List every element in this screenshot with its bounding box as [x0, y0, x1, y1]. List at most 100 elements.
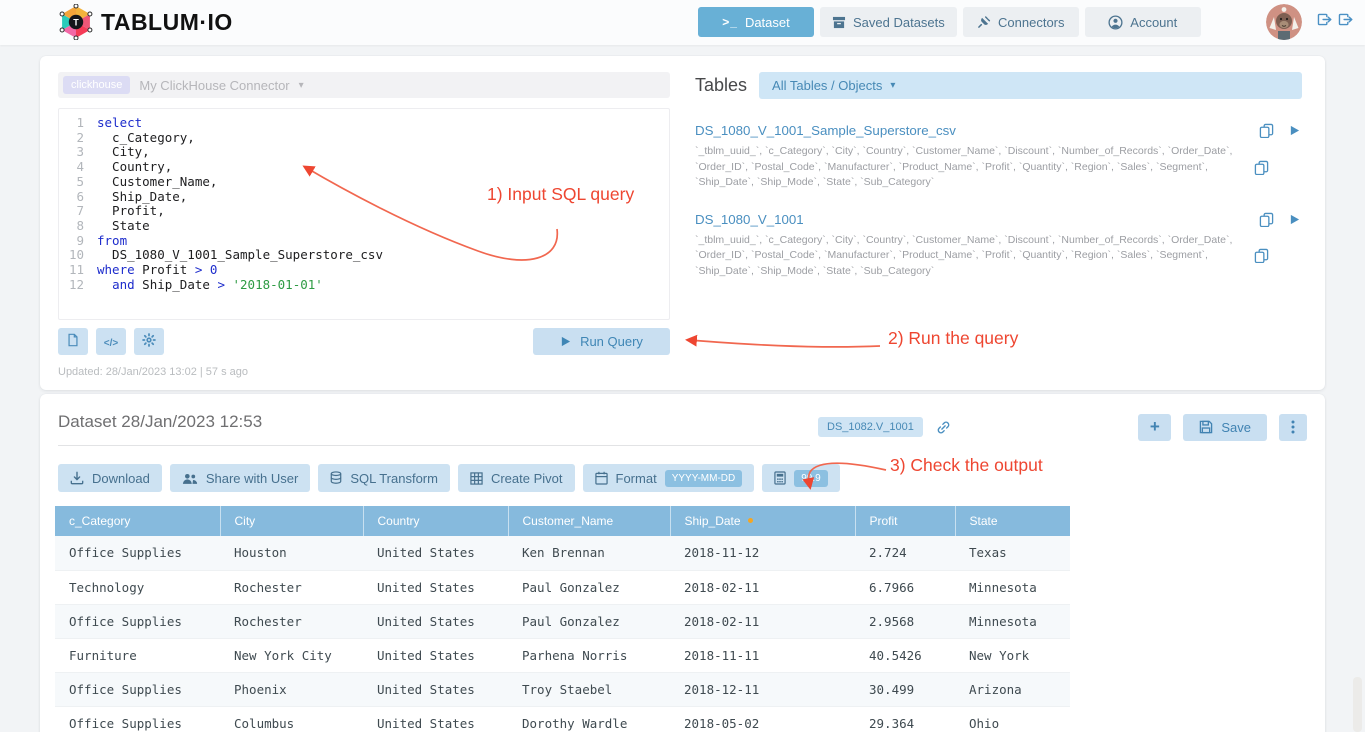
table-cell: 2018-02-11 [670, 570, 855, 604]
table-name-link[interactable]: DS_1080_V_1001_Sample_Superstore_csv [695, 123, 956, 138]
table-columns: `_tblm_uuid_`, `c_Category`, `City`, `Co… [695, 233, 1240, 280]
sql-editor[interactable]: 1select2 c_Category,3 City,4 Country,5 C… [58, 108, 670, 320]
code-button[interactable]: </> [96, 328, 126, 355]
table-cell: Troy Staebel [508, 672, 670, 706]
editor-line-8: 8 State [59, 219, 669, 234]
line-number: 10 [59, 248, 97, 263]
table-row[interactable]: TechnologyRochesterUnited StatesPaul Gon… [55, 570, 1070, 604]
logo[interactable]: T TABLUM·IO [58, 4, 233, 40]
dataset-actions: + Save [1138, 414, 1307, 441]
editor-line-1: 1select [59, 116, 669, 131]
table-name-link[interactable]: DS_1080_V_1001 [695, 212, 804, 227]
sql-transform-button[interactable]: SQL Transform [318, 464, 450, 492]
line-number: 2 [59, 131, 97, 146]
table-cell: United States [363, 638, 508, 672]
chevron-down-icon: ▾ [299, 80, 304, 91]
table-row[interactable]: Office SuppliesRochesterUnited StatesPau… [55, 604, 1070, 638]
column-header-customer-name[interactable]: Customer_Name [508, 506, 670, 536]
column-header-country[interactable]: Country [363, 506, 508, 536]
person-icon [1108, 15, 1123, 30]
format-button-value: YYYY-MM-DD [665, 470, 743, 487]
scrollbar-thumb[interactable] [1353, 677, 1362, 732]
column-header-ship-date[interactable]: Ship_Date [670, 506, 855, 536]
download-icon [70, 471, 84, 485]
new-document-button[interactable] [58, 328, 88, 355]
annotation-3: 3) Check the output [890, 455, 1043, 476]
database-icon [330, 471, 342, 485]
archive-icon [832, 16, 846, 29]
table-cell: Office Supplies [55, 604, 220, 638]
nav-item-connectors[interactable]: Connectors [963, 7, 1079, 37]
play-icon[interactable] [1289, 125, 1300, 136]
format-button[interactable]: FormatYYYY-MM-DD [583, 464, 755, 492]
connector-select[interactable]: clickhouse My ClickHouse Connector ▾ [58, 72, 670, 98]
code-icon: </> [104, 334, 118, 349]
chevron-down-icon: ▾ [890, 80, 895, 91]
editor-toolbar: </> Run Query [58, 328, 670, 355]
copy-icon[interactable] [1254, 248, 1269, 263]
table-cell: 2018-05-02 [670, 706, 855, 732]
logo-text: TABLUM·IO [101, 9, 233, 36]
add-button[interactable]: + [1138, 414, 1171, 441]
svg-text:T: T [73, 18, 79, 28]
tables-filter-select[interactable]: All Tables / Objects ▾ [759, 72, 1302, 99]
table-cell: Office Supplies [55, 706, 220, 732]
line-number: 6 [59, 190, 97, 205]
logout-icon[interactable] [1338, 13, 1353, 26]
line-number: 3 [59, 145, 97, 160]
table-row[interactable]: Office SuppliesHoustonUnited StatesKen B… [55, 536, 1070, 570]
table-cell: 40.5426 [855, 638, 955, 672]
nav-right [1266, 4, 1353, 40]
sort-indicator [748, 518, 753, 523]
table-cell: New York [955, 638, 1070, 672]
column-header-profit[interactable]: Profit [855, 506, 955, 536]
logout-icon[interactable] [1317, 13, 1332, 26]
plug-icon [977, 15, 991, 29]
editor-line-3: 3 City, [59, 145, 669, 160]
column-header-state[interactable]: State [955, 506, 1070, 536]
gear-button[interactable] [134, 328, 164, 355]
avatar[interactable] [1266, 4, 1302, 40]
play-icon[interactable] [1289, 214, 1300, 225]
table-cell: 30.499 [855, 672, 955, 706]
table-row[interactable]: Office SuppliesPhoenixUnited StatesTroy … [55, 672, 1070, 706]
table-cell: Ken Brennan [508, 536, 670, 570]
table-cell: United States [363, 570, 508, 604]
table-cell: 2.9568 [855, 604, 955, 638]
table-cell: Dorothy Wardle [508, 706, 670, 732]
connector-name: My ClickHouse Connector [139, 78, 289, 93]
table-cell: Columbus [220, 706, 363, 732]
table-row[interactable]: FurnitureNew York CityUnited StatesParhe… [55, 638, 1070, 672]
dataset-id-badge: DS_1082.V_1001 [818, 417, 923, 437]
editor-line-11: 11where Profit > 0 [59, 263, 669, 278]
link-icon[interactable] [936, 420, 951, 435]
share-button[interactable]: Share with User [170, 464, 310, 492]
nav-item-dataset[interactable]: >_Dataset [698, 7, 814, 37]
calculator-icon [774, 471, 786, 485]
table-cell: 2018-02-11 [670, 604, 855, 638]
tables-panel: Tables All Tables / Objects ▾ DS_1080_V_… [695, 72, 1302, 300]
dataset-title[interactable]: Dataset 28/Jan/2023 12:53 [58, 408, 810, 446]
editor-line-2: 2 c_Category, [59, 131, 669, 146]
precision-button[interactable]: 99.9 [762, 464, 839, 492]
table-entry: DS_1080_V_1001 `_tblm_uuid_`, `c_Category… [695, 212, 1302, 280]
editor-line-4: 4 Country, [59, 160, 669, 175]
create-pivot-button[interactable]: Create Pivot [458, 464, 575, 492]
column-header-city[interactable]: City [220, 506, 363, 536]
copy-icon[interactable] [1254, 160, 1269, 175]
run-query-button[interactable]: Run Query [533, 328, 670, 355]
download-button[interactable]: Download [58, 464, 162, 492]
new-document-icon [66, 333, 80, 350]
dataset-header: Dataset 28/Jan/2023 12:53 DS_1082.V_1001… [40, 394, 1325, 446]
line-number: 4 [59, 160, 97, 175]
table-cell: Minnesota [955, 604, 1070, 638]
nav-item-saved-datasets[interactable]: Saved Datasets [820, 7, 957, 37]
column-header-c-category[interactable]: c_Category [55, 506, 220, 536]
table-cell: Rochester [220, 604, 363, 638]
copy-icon[interactable] [1259, 212, 1274, 227]
more-button[interactable] [1279, 414, 1307, 441]
table-row[interactable]: Office SuppliesColumbusUnited StatesDoro… [55, 706, 1070, 732]
save-button[interactable]: Save [1183, 414, 1267, 441]
copy-icon[interactable] [1259, 123, 1274, 138]
nav-item-account[interactable]: Account [1085, 7, 1201, 37]
